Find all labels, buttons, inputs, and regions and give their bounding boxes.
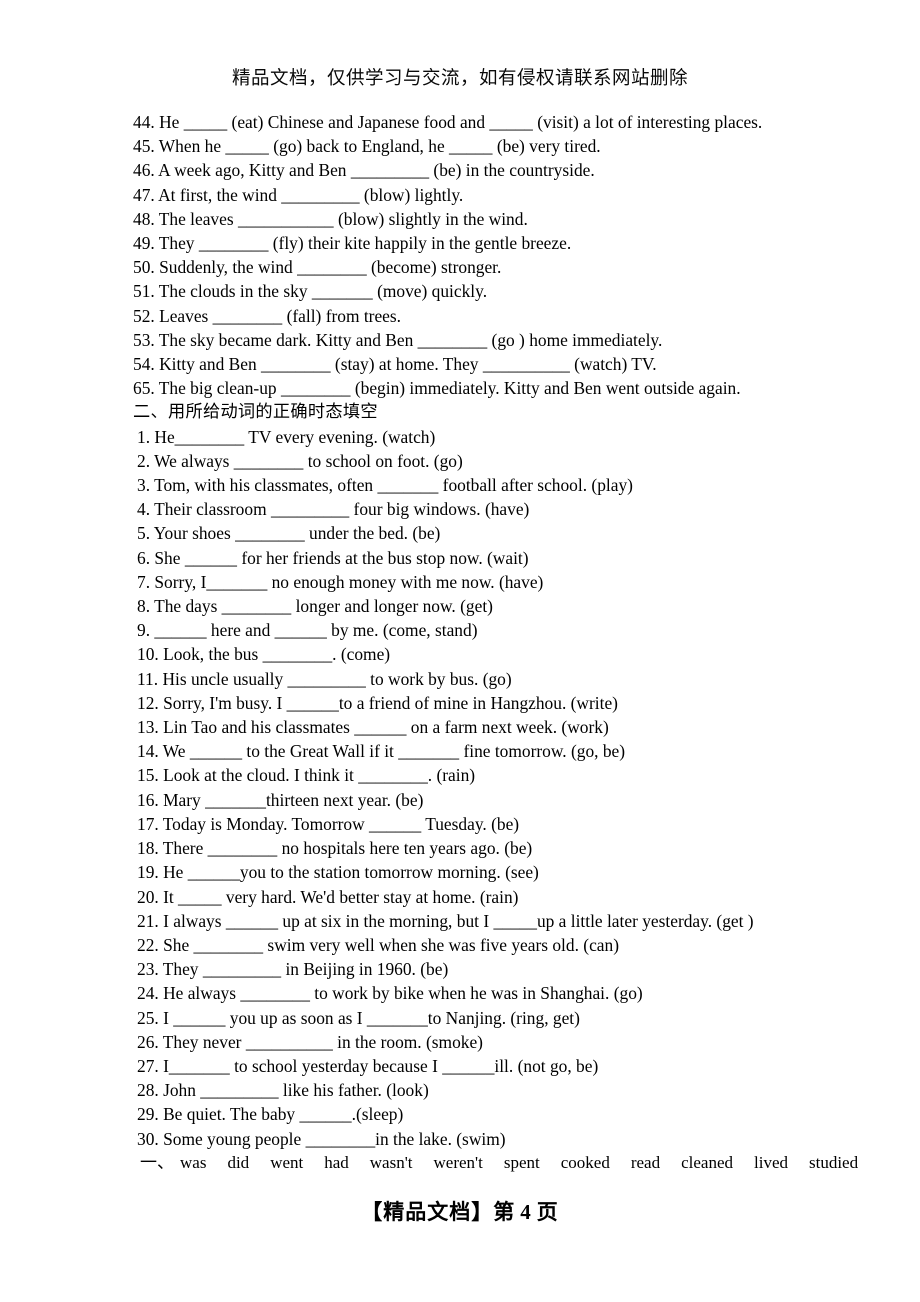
page-footer: 【精品文档】第 4 页 (0, 1196, 920, 1226)
question-item: 22. She ________ swim very well when she… (137, 934, 619, 955)
answer-key-label: 一、 (140, 1153, 174, 1173)
question-item: 28. John _________ like his father. (loo… (137, 1080, 429, 1101)
question-item: 1. He________ TV every evening. (watch) (137, 426, 436, 447)
question-item: 5. Your shoes ________ under the bed. (b… (137, 523, 441, 544)
question-item: 27. I_______ to school yesterday because… (137, 1055, 599, 1076)
question-item: 47. At first, the wind _________ (blow) … (133, 184, 464, 205)
answer-key-word: read (630, 1153, 661, 1172)
question-item: 11. His uncle usually _________ to work … (137, 668, 512, 689)
question-item: 9. ______ here and ______ by me. (come, … (137, 620, 478, 641)
question-item: 19. He ______you to the station tomorrow… (137, 862, 539, 883)
question-item: 44. He _____ (eat) Chinese and Japanese … (133, 112, 763, 132)
question-item: 50. Suddenly, the wind ________ (become)… (133, 257, 502, 278)
question-item: 6. She ______ for her friends at the bus… (137, 547, 529, 568)
document-page: 精品文档，仅供学习与交流，如有侵权请联系网站删除 44. He _____ (e… (0, 0, 920, 1302)
answer-key-word: wasn't (369, 1153, 413, 1172)
question-item: 23. They _________ in Beijing in 1960. (… (137, 959, 449, 980)
answer-key-row: 一、 was did went had wasn't weren't spent cooked r… (140, 1148, 920, 1173)
page-number: 4 (520, 1200, 532, 1224)
answer-key-word: had (324, 1153, 349, 1172)
watermark-header: 精品文档，仅供学习与交流，如有侵权请联系网站删除 (231, 68, 688, 89)
question-item: 17. Today is Monday. Tomorrow ______ Tue… (137, 813, 520, 834)
question-item: 3. Tom, with his classmates, often _____… (137, 475, 633, 496)
question-item: 14. We ______ to the Great Wall if it __… (137, 741, 626, 762)
question-item: 51. The clouds in the sky _______ (move)… (133, 281, 488, 302)
question-item: 20. It _____ very hard. We'd better stay… (137, 886, 519, 907)
answer-key-word: studied (809, 1153, 859, 1172)
question-item: 4. Their classroom _________ four big wi… (137, 499, 530, 520)
exercise-section-two: 1. He________ TV every evening. (watch) … (133, 425, 903, 1151)
question-item: 52. Leaves ________ (fall) from trees. (133, 305, 402, 326)
answer-key-word: lived (754, 1153, 788, 1172)
section-two-heading: 二、用所给动词的正确时态填空 (133, 402, 378, 423)
question-item: 15. Look at the cloud. I think it ______… (137, 765, 476, 786)
question-item: 26. They never __________ in the room. (… (137, 1031, 483, 1052)
question-item: 18. There ________ no hospitals here ten… (137, 838, 533, 859)
answer-key-word: cooked (560, 1153, 610, 1172)
question-item: 13. Lin Tao and his classmates ______ on… (137, 717, 609, 738)
question-item: 53. The sky became dark. Kitty and Ben _… (133, 329, 663, 350)
question-item: 2. We always ________ to school on foot.… (137, 450, 463, 471)
question-item: 12. Sorry, I'm busy. I ______to a friend… (137, 692, 618, 713)
question-item: 21. I always ______ up at six in the mor… (137, 910, 754, 931)
question-item: 7. Sorry, I_______ no enough money with … (137, 571, 544, 592)
question-item: 49. They ________ (fly) their kite happi… (133, 233, 572, 254)
question-item: 10. Look, the bus ________. (come) (137, 644, 391, 665)
question-item: 48. The leaves ___________ (blow) slight… (133, 208, 528, 229)
question-item: 24. He always ________ to work by bike w… (137, 983, 643, 1004)
question-item: 45. When he _____ (go) back to England, … (133, 136, 601, 157)
question-item: 8. The days ________ longer and longer n… (137, 596, 493, 617)
footer-prefix: 【精品文档】第 (361, 1199, 516, 1224)
answer-key-word: did (227, 1153, 250, 1172)
exercise-section-one: 44. He _____ (eat) Chinese and Japanese … (133, 110, 903, 400)
question-item: 65. The big clean-up ________ (begin) im… (133, 378, 741, 399)
question-item: 16. Mary _______thirteen next year. (be) (137, 789, 424, 810)
answer-key-word: was (180, 1153, 207, 1172)
answer-key-word: weren't (433, 1153, 483, 1172)
footer-suffix: 页 (536, 1199, 559, 1224)
answer-key-word: went (270, 1153, 304, 1172)
question-item: 25. I ______ you up as soon as I _______… (137, 1007, 580, 1028)
question-item: 29. Be quiet. The baby ______.(sleep) (137, 1104, 404, 1125)
answer-key-word: cleaned (681, 1153, 733, 1172)
question-item: 54. Kitty and Ben ________ (stay) at hom… (133, 354, 657, 375)
answer-key-word: spent (503, 1153, 540, 1172)
question-item: 46. A week ago, Kitty and Ben _________ … (133, 160, 595, 181)
document-body: 44. He _____ (eat) Chinese and Japanese … (133, 110, 903, 1151)
